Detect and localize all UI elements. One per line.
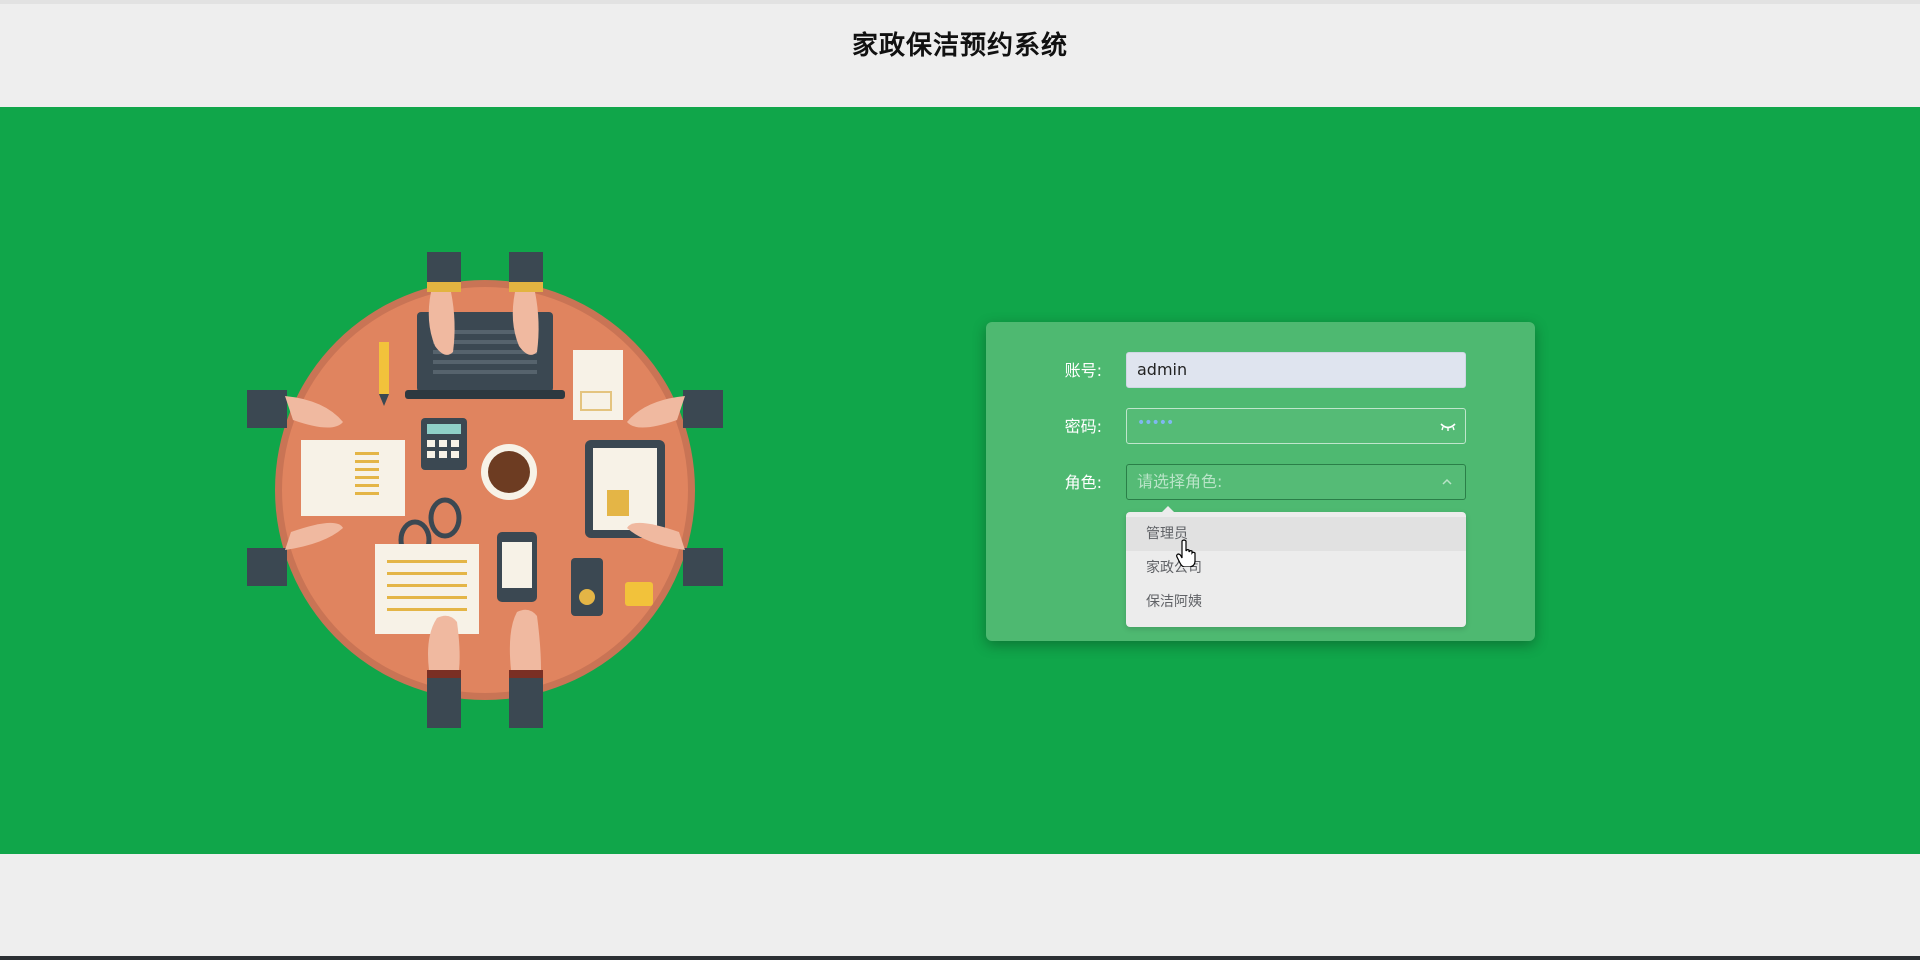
password-masked-value: •••••: [1137, 415, 1174, 431]
coffee: [488, 451, 530, 493]
dropdown-arrow: [1162, 506, 1174, 512]
account-label: 账号:: [1064, 361, 1102, 380]
hand-cursor-icon: [1176, 539, 1196, 567]
sleeve-left-top: [247, 390, 287, 428]
sleeve-right-top: [683, 390, 723, 428]
music-player: [571, 558, 603, 616]
sticky-note: [625, 582, 653, 606]
account-row: 账号: admin: [986, 352, 1535, 390]
password-row: 密码: •••••: [986, 408, 1535, 446]
hand: [509, 609, 541, 670]
tablet-screen: [593, 448, 657, 530]
bottom-border: [0, 956, 1920, 960]
phone-screen: [502, 542, 532, 588]
sleeve-right-bottom: [683, 548, 723, 586]
pencil: [379, 342, 389, 394]
document-bottom: [375, 544, 479, 634]
cuff: [427, 670, 461, 678]
tablet-chart: [607, 490, 629, 516]
role-placeholder: 请选择角色:: [1137, 472, 1223, 491]
chevron-up-icon: [1442, 478, 1452, 485]
page-title: 家政保洁预约系统: [851, 31, 1068, 61]
account-input[interactable]: admin: [1126, 352, 1466, 388]
sleeve-bottom-left: [427, 676, 461, 728]
page-header: 家政保洁预约系统: [0, 4, 1920, 107]
calculator-display: [427, 424, 461, 434]
password-input[interactable]: •••••: [1126, 408, 1466, 444]
cuff: [509, 670, 543, 678]
meeting-illustration: [247, 252, 723, 728]
cuff: [509, 282, 543, 292]
role-select[interactable]: 请选择角色:: [1126, 464, 1466, 500]
role-label: 角色:: [1064, 473, 1102, 492]
eye-closed-icon[interactable]: [1439, 419, 1457, 433]
document-left: [301, 440, 405, 516]
login-card: 账号: admin 密码: ••••• 角色: 请选择角色: 管理员 家政公司 …: [986, 322, 1535, 641]
role-option-cleaner[interactable]: 保洁阿姨: [1126, 585, 1466, 619]
music-player-wheel: [579, 589, 595, 605]
password-label: 密码:: [1064, 417, 1102, 436]
role-dropdown: 管理员 家政公司 保洁阿姨: [1126, 506, 1466, 627]
sleeve-bottom-right: [509, 676, 543, 728]
cuff: [427, 282, 461, 292]
sleeve-left-bottom: [247, 548, 287, 586]
role-row: 角色: 请选择角色:: [986, 464, 1535, 502]
laptop-base: [405, 390, 565, 399]
page-footer: [0, 854, 1920, 956]
